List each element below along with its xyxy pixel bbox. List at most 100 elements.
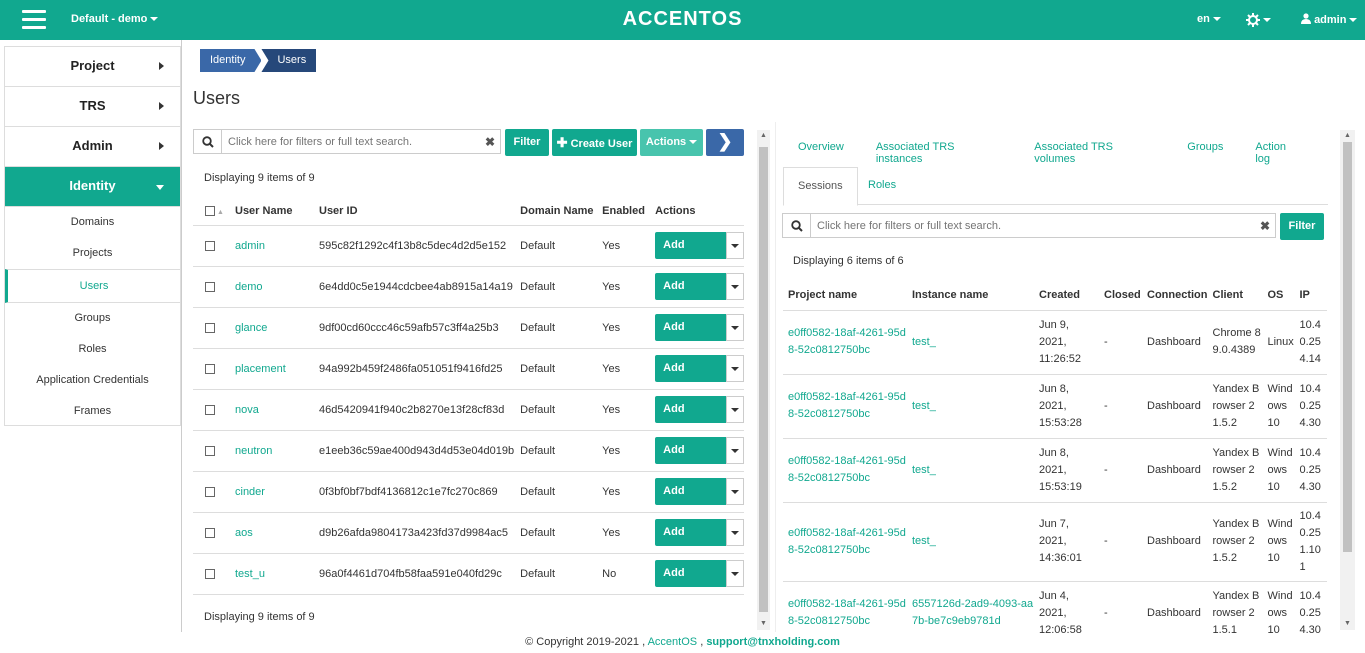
row-actions-dropdown[interactable] bbox=[726, 355, 744, 382]
sidebar-item-trs[interactable]: TRS bbox=[5, 87, 180, 127]
users-search-input[interactable] bbox=[222, 130, 480, 153]
create-user-button[interactable]: ✚ Create User bbox=[552, 129, 637, 156]
col-instance-name[interactable]: Instance name bbox=[907, 280, 1034, 310]
row-checkbox[interactable] bbox=[205, 363, 215, 374]
tab-sessions[interactable]: Sessions bbox=[783, 167, 858, 206]
col-ip[interactable]: IP bbox=[1295, 280, 1328, 310]
clear-search-icon[interactable]: ✖ bbox=[1255, 219, 1275, 233]
add-frames-button[interactable]: Add Frames bbox=[655, 273, 727, 319]
user-menu[interactable]: admin bbox=[1301, 13, 1358, 26]
row-checkbox[interactable] bbox=[205, 404, 215, 415]
col-closed[interactable]: Closed bbox=[1099, 280, 1142, 310]
clear-search-icon[interactable]: ✖ bbox=[480, 135, 500, 149]
sessions-filter-button[interactable]: Filter bbox=[1280, 213, 1324, 240]
sidebar-item-project[interactable]: Project bbox=[5, 47, 180, 87]
sidebar-sub-groups[interactable]: Groups bbox=[5, 303, 180, 334]
sort-asc-icon[interactable]: ▲ bbox=[217, 209, 224, 216]
row-actions-dropdown[interactable] bbox=[726, 478, 744, 505]
row-checkbox[interactable] bbox=[205, 322, 215, 333]
sidebar-item-admin[interactable]: Admin bbox=[5, 127, 180, 167]
col-project-name[interactable]: Project name bbox=[783, 280, 907, 310]
row-checkbox[interactable] bbox=[205, 568, 215, 579]
language-selector[interactable]: en bbox=[1197, 13, 1221, 25]
sidebar-sub-frames[interactable]: Frames bbox=[5, 396, 180, 427]
row-actions-dropdown[interactable] bbox=[726, 314, 744, 341]
tab-associated-trs-volumes[interactable]: Associated TRS volumes bbox=[1034, 141, 1155, 165]
row-actions-dropdown[interactable] bbox=[726, 437, 744, 464]
row-checkbox[interactable] bbox=[205, 527, 215, 538]
instance-name-link[interactable]: test_ bbox=[907, 309, 1034, 374]
users-filter-button[interactable]: Filter bbox=[505, 129, 549, 156]
add-frames-button[interactable]: Add Frames bbox=[655, 478, 727, 524]
col-created[interactable]: Created bbox=[1034, 280, 1099, 310]
scrollbar-thumb[interactable] bbox=[759, 147, 768, 612]
expand-panel-button[interactable]: ❯ bbox=[706, 129, 744, 156]
scrollbar-thumb[interactable] bbox=[1343, 142, 1352, 552]
row-checkbox[interactable] bbox=[205, 281, 215, 292]
sidebar-sub-domains[interactable]: Domains bbox=[5, 207, 180, 238]
breadcrumb-identity[interactable]: Identity bbox=[200, 49, 261, 72]
col-client[interactable]: Client bbox=[1208, 280, 1263, 310]
user-name-link[interactable]: placement bbox=[229, 347, 313, 389]
user-name-link[interactable]: aos bbox=[229, 511, 313, 553]
instance-name-link[interactable]: test_ bbox=[907, 373, 1034, 438]
col-username[interactable]: User Name bbox=[229, 197, 313, 225]
sessions-scrollbar[interactable]: ▲ ▼ bbox=[1340, 130, 1355, 630]
row-checkbox[interactable] bbox=[205, 445, 215, 456]
users-scrollbar[interactable]: ▲ ▼ bbox=[757, 130, 770, 630]
sidebar-sub-application-credentials[interactable]: Application Credentials bbox=[5, 365, 180, 396]
col-os[interactable]: OS bbox=[1263, 280, 1295, 310]
sidebar-sub-users[interactable]: Users bbox=[5, 269, 180, 303]
user-name-link[interactable]: nova bbox=[229, 388, 313, 430]
user-name-link[interactable]: cinder bbox=[229, 470, 313, 512]
tab-roles[interactable]: Roles bbox=[854, 167, 910, 206]
project-name-link[interactable]: e0ff0582-18af-4261-95d8-52c0812750bc bbox=[783, 437, 907, 502]
tab-overview[interactable]: Overview bbox=[798, 141, 844, 165]
project-name-link[interactable]: e0ff0582-18af-4261-95d8-52c0812750bc bbox=[783, 501, 907, 581]
scroll-up-icon[interactable]: ▲ bbox=[757, 130, 770, 142]
sidebar-sub-roles[interactable]: Roles bbox=[5, 334, 180, 365]
project-name-link[interactable]: e0ff0582-18af-4261-95d8-52c0812750bc bbox=[783, 309, 907, 374]
support-email-link[interactable]: support@tnxholding.com bbox=[706, 636, 840, 648]
row-actions-dropdown[interactable] bbox=[726, 232, 744, 259]
breadcrumb-users[interactable]: Users bbox=[261, 49, 317, 72]
col-enabled[interactable]: Enabled bbox=[596, 197, 649, 225]
user-name-link[interactable]: neutron bbox=[229, 429, 313, 471]
add-frames-button[interactable]: Add Frames bbox=[655, 232, 727, 278]
instance-name-link[interactable]: test_ bbox=[907, 501, 1034, 581]
add-frames-button[interactable]: Add Frames bbox=[655, 396, 727, 442]
row-actions-dropdown[interactable] bbox=[726, 519, 744, 546]
scroll-down-icon[interactable]: ▼ bbox=[1340, 618, 1355, 630]
row-checkbox[interactable] bbox=[205, 240, 215, 251]
sidebar-sub-projects[interactable]: Projects bbox=[5, 238, 180, 269]
settings-menu[interactable] bbox=[1246, 13, 1271, 27]
add-frames-button[interactable]: Add Frames bbox=[655, 437, 727, 483]
user-name-link[interactable]: test_u bbox=[229, 552, 313, 595]
user-name-link[interactable]: demo bbox=[229, 265, 313, 307]
add-frames-button[interactable]: Add Frames bbox=[655, 314, 727, 360]
add-frames-button[interactable]: Add Frames bbox=[655, 519, 727, 565]
add-frames-button[interactable]: Add Frames bbox=[655, 355, 727, 401]
scroll-up-icon[interactable]: ▲ bbox=[1340, 130, 1355, 142]
user-name-link[interactable]: admin bbox=[229, 224, 313, 266]
row-actions-dropdown[interactable] bbox=[726, 273, 744, 300]
sidebar-item-identity[interactable]: Identity bbox=[5, 167, 180, 207]
col-connection[interactable]: Connection bbox=[1142, 280, 1208, 310]
user-name-link[interactable]: glance bbox=[229, 306, 313, 348]
col-userid[interactable]: User ID bbox=[313, 197, 514, 225]
brand-link[interactable]: AccentOS bbox=[648, 636, 698, 648]
scroll-down-icon[interactable]: ▼ bbox=[757, 618, 770, 630]
sessions-search-input[interactable] bbox=[811, 214, 1255, 237]
tab-associated-trs-instances[interactable]: Associated TRS instances bbox=[876, 141, 1002, 165]
col-domain[interactable]: Domain Name bbox=[514, 197, 596, 225]
tab-groups[interactable]: Groups bbox=[1187, 141, 1223, 165]
row-actions-dropdown[interactable] bbox=[726, 396, 744, 423]
add-frames-button[interactable]: Add Frames bbox=[655, 560, 727, 606]
project-name-link[interactable]: e0ff0582-18af-4261-95d8-52c0812750bc bbox=[783, 373, 907, 438]
row-checkbox[interactable] bbox=[205, 486, 215, 497]
row-actions-dropdown[interactable] bbox=[726, 560, 744, 587]
tab-action-log[interactable]: Action log bbox=[1255, 141, 1303, 165]
select-all-checkbox[interactable] bbox=[205, 205, 215, 216]
instance-name-link[interactable]: test_ bbox=[907, 437, 1034, 502]
actions-dropdown-button[interactable]: Actions bbox=[640, 129, 703, 156]
